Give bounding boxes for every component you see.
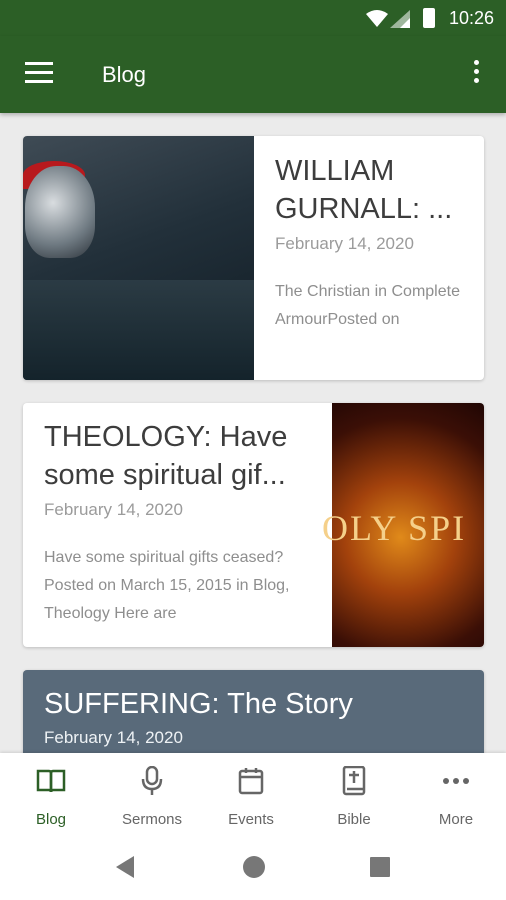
more-dots-icon — [443, 778, 469, 784]
post-excerpt: Have some spiritual gifts ceased?Posted … — [44, 549, 290, 622]
nav-item-sermons[interactable]: Sermons — [102, 766, 202, 828]
thumbnail-text: OLY SPI — [322, 508, 467, 548]
bible-icon — [342, 766, 366, 796]
page-title: Blog — [102, 62, 147, 87]
calendar-icon — [238, 768, 264, 795]
post-date: February 14, 2020 — [275, 234, 414, 253]
post-date: February 14, 2020 — [44, 728, 183, 747]
signal-icon — [390, 10, 410, 28]
menu-icon[interactable] — [25, 62, 53, 86]
app-bar: Blog — [0, 36, 506, 113]
nav-item-bible[interactable]: Bible — [304, 766, 404, 828]
nav-label: Events — [228, 811, 274, 828]
microphone-icon — [141, 766, 163, 795]
bottom-navigation: Blog Sermons Events Bible More — [0, 753, 506, 833]
book-icon — [36, 769, 66, 793]
post-date: February 14, 2020 — [44, 500, 183, 519]
recents-icon[interactable] — [369, 855, 391, 879]
post-thumbnail-armour — [23, 136, 254, 380]
post-title: THEOLOGY: Have some spiritual gif... — [44, 421, 288, 491]
post-title: SUFFERING: The Story — [44, 688, 353, 720]
nav-item-events[interactable]: Events — [201, 767, 301, 828]
nav-label: More — [438, 811, 474, 828]
wifi-icon — [366, 10, 388, 27]
post-title: WILLIAM GURNALL: ... — [275, 155, 453, 225]
system-navigation-bar — [0, 833, 506, 900]
back-icon[interactable] — [114, 855, 136, 879]
nav-label: Bible — [337, 811, 371, 828]
blog-post-card[interactable]: THEOLOGY: Have some spiritual gif... Feb… — [23, 403, 484, 647]
post-thumbnail-holy-spirit: OLY SPI — [322, 403, 484, 647]
battery-icon — [423, 8, 435, 28]
home-icon[interactable] — [242, 855, 266, 879]
nav-item-blog[interactable]: Blog — [1, 767, 101, 828]
post-excerpt: The Christian in Complete ArmourPosted o… — [275, 283, 460, 328]
status-bar: 10:26 — [0, 0, 506, 36]
nav-label: Blog — [35, 811, 67, 828]
overflow-menu-icon[interactable] — [466, 60, 486, 90]
nav-item-more[interactable]: More — [406, 767, 506, 828]
nav-label: Sermons — [121, 811, 183, 828]
status-time: 10:26 — [448, 8, 494, 28]
blog-post-card[interactable]: WILLIAM GURNALL: ... February 14, 2020 T… — [23, 136, 484, 380]
